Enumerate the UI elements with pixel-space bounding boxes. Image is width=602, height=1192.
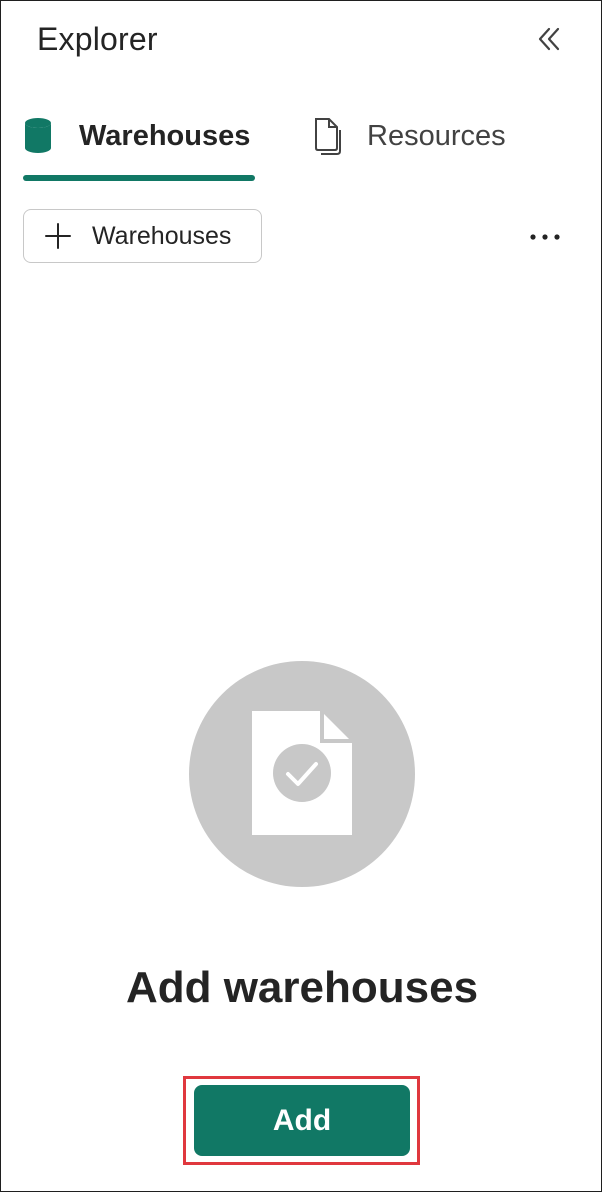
tab-resources-label: Resources (367, 119, 506, 152)
tab-warehouses-label: Warehouses (79, 119, 251, 152)
panel-title: Explorer (37, 21, 158, 57)
add-warehouses-label: Warehouses (92, 221, 232, 250)
double-chevron-left-icon (538, 27, 560, 51)
empty-state-illustration (189, 661, 415, 887)
add-warehouses-button[interactable]: Warehouses (23, 209, 262, 263)
documents-icon (309, 116, 345, 156)
empty-state-heading: Add warehouses (125, 963, 479, 1012)
explorer-tabs: Warehouses Resources (23, 101, 583, 185)
tab-resources[interactable]: Resources (309, 101, 529, 185)
selected-tab-indicator (23, 175, 255, 181)
more-options-button[interactable] (521, 217, 569, 257)
plus-icon (44, 222, 72, 250)
more-horizontal-icon (530, 234, 560, 240)
add-button[interactable]: Add (194, 1085, 410, 1156)
tab-warehouses[interactable]: Warehouses (23, 101, 257, 185)
explorer-panel: Explorer Warehouses Resources Warehouses… (0, 0, 602, 1192)
collapse-panel-button[interactable] (529, 19, 569, 59)
document-check-icon (189, 661, 415, 887)
database-icon (23, 116, 59, 156)
